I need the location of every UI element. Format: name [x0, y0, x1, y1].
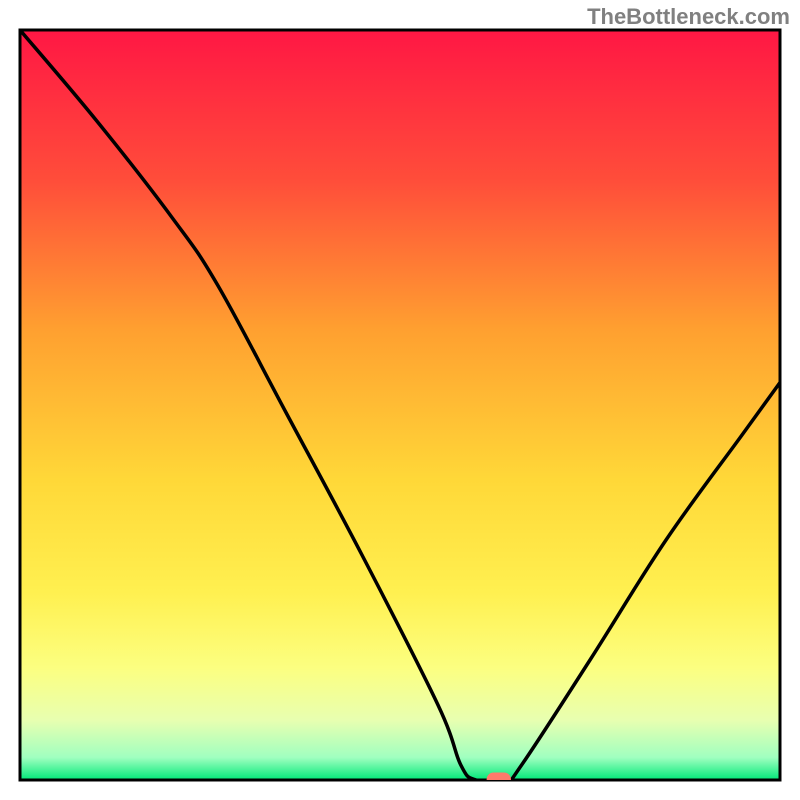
- optimal-marker: [487, 773, 511, 788]
- bottleneck-chart: TheBottleneck.com: [0, 0, 800, 800]
- chart-svg: [0, 0, 800, 800]
- watermark-text: TheBottleneck.com: [587, 4, 790, 30]
- gradient-background: [20, 30, 780, 780]
